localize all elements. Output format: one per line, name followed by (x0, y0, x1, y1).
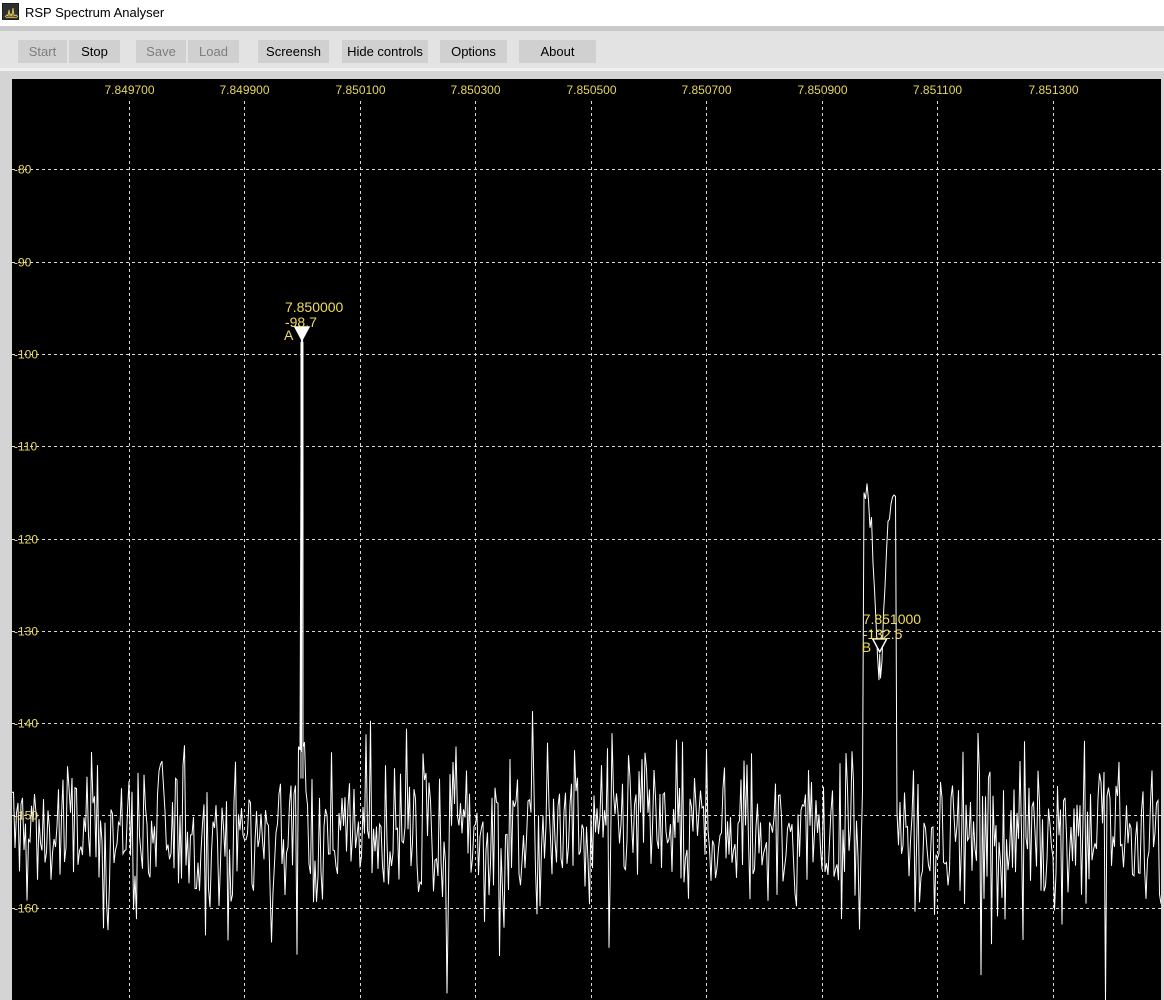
y-tick-label: -120 (14, 533, 38, 547)
marker-level: -98.7 (285, 314, 317, 330)
spectrum-chart[interactable]: 7.849700 7.849900 7.850100 7.850300 7.850500… (12, 79, 1161, 1000)
spectrum-trace (12, 339, 1161, 1000)
y-tick-label: -80 (14, 163, 32, 177)
load-button[interactable]: Load (188, 40, 239, 63)
x-tick-label: 7.849700 (104, 83, 154, 97)
y-tick-label: -130 (14, 625, 38, 639)
y-tick-label: -150 (14, 809, 38, 823)
spectrum-plot[interactable]: 7.849700 7.849900 7.850100 7.850300 7.850500… (12, 79, 1161, 1000)
x-tick-label: 7.850700 (681, 83, 731, 97)
marker-a[interactable]: A7.850000-98.7 (284, 299, 344, 343)
y-tick-label: -110 (14, 440, 37, 454)
x-tick-label: 7.850100 (335, 83, 385, 97)
x-tick-label: 7.850900 (797, 83, 847, 97)
marker-b[interactable]: B7.851000-132.5 (862, 611, 922, 655)
x-tick-label: 7.850500 (566, 83, 616, 97)
screenshot-button[interactable]: Screensh (258, 40, 329, 63)
about-button[interactable]: About (519, 40, 596, 63)
save-button[interactable]: Save (136, 40, 186, 63)
y-tick-label: -160 (14, 902, 38, 916)
x-tick-label: 7.851300 (1028, 83, 1078, 97)
x-tick-label: 7.851100 (913, 83, 962, 97)
marker-frequency: 7.850000 (285, 299, 344, 315)
marker-level: -132.5 (863, 626, 903, 642)
x-tick-label: 7.850300 (450, 83, 500, 97)
hide-controls-button[interactable]: Hide controls (342, 40, 428, 63)
x-tick-label: 7.849900 (219, 83, 269, 97)
title-bar: RSP Spectrum Analyser (0, 0, 1164, 26)
spectrum-app-icon (2, 3, 19, 20)
window-title: RSP Spectrum Analyser (25, 5, 165, 20)
y-tick-label: -140 (14, 717, 38, 731)
marker-frequency: 7.851000 (863, 611, 922, 627)
y-tick-label: -90 (14, 256, 32, 270)
stop-button[interactable]: Stop (69, 40, 120, 63)
y-tick-label: -100 (14, 348, 38, 362)
start-button[interactable]: Start (18, 40, 67, 63)
toolbar: Start Stop Save Load Screensh Hide contr… (0, 31, 1164, 68)
options-button[interactable]: Options (440, 40, 507, 63)
